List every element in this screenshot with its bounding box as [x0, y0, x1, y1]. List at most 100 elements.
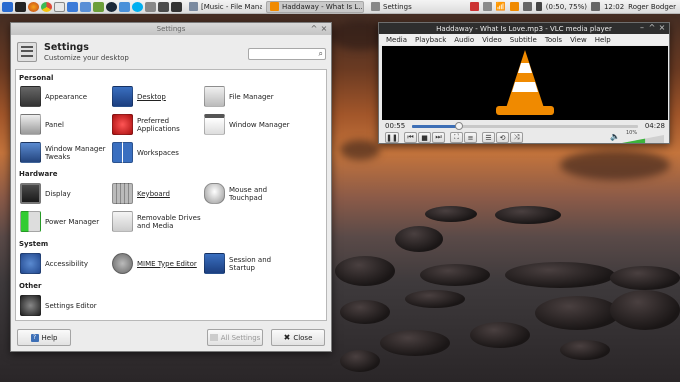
- files-launcher-icon[interactable]: [54, 1, 65, 12]
- wifi-icon[interactable]: 📶: [496, 2, 506, 11]
- all-settings-button[interactable]: All Settings: [207, 329, 263, 346]
- playlist-icon: ☰: [485, 133, 492, 142]
- pause-button[interactable]: ❚❚: [385, 132, 399, 143]
- volume-wedge: [622, 135, 664, 143]
- item-mime-type-editor[interactable]: MIME Type Editor: [112, 253, 204, 274]
- fullscreen-button[interactable]: ⛶: [450, 132, 463, 143]
- chat-launcher-icon[interactable]: [93, 1, 104, 12]
- stop-icon: ■: [421, 133, 428, 142]
- menu-view[interactable]: View: [566, 36, 591, 44]
- item-desktop[interactable]: Desktop: [112, 86, 204, 107]
- menu-subtitle[interactable]: Subtitle: [506, 36, 541, 44]
- item-window-manager[interactable]: Window Manager: [204, 114, 296, 135]
- item-file-manager[interactable]: File Manager: [204, 86, 296, 107]
- show-desktop-icon[interactable]: [171, 1, 182, 12]
- settings-titlebar[interactable]: Settings ^ ×: [11, 23, 331, 35]
- shuffle-button[interactable]: ⤨: [510, 132, 523, 143]
- item-removable-drives[interactable]: Removable Drives and Media: [112, 211, 204, 232]
- text-editor-launcher-icon[interactable]: [67, 1, 78, 12]
- item-power-manager[interactable]: Power Manager: [20, 211, 112, 232]
- time-total: 04:28: [644, 122, 665, 130]
- seek-handle[interactable]: [454, 122, 463, 130]
- task-file-manager[interactable]: [Music - File Manager]: [185, 1, 263, 13]
- item-workspaces[interactable]: Workspaces: [112, 142, 204, 163]
- power-manager-icon: [20, 211, 41, 232]
- help-button[interactable]: ? Help: [17, 329, 71, 346]
- volume-icon[interactable]: [522, 2, 532, 11]
- video-area[interactable]: [382, 46, 668, 120]
- user-name[interactable]: Roger Bodger: [628, 3, 676, 11]
- help-icon: ?: [30, 333, 39, 342]
- item-session-startup[interactable]: Session and Startup: [204, 253, 296, 274]
- back-icon: [209, 334, 218, 341]
- item-keyboard[interactable]: Keyboard: [112, 183, 204, 204]
- volume-slider[interactable]: 10%: [622, 130, 664, 143]
- notes-icon[interactable]: [590, 2, 600, 11]
- search-input[interactable]: ⌕: [248, 48, 326, 60]
- item-mouse-touchpad[interactable]: Mouse and Touchpad: [204, 183, 296, 204]
- playback-controls: ❚❚ ⏮ ■ ⏭ ⛶ ≡ ☰ ⟲ ⤨ 🔈 10%: [382, 130, 668, 144]
- battery-icon[interactable]: [535, 2, 542, 11]
- category-hardware: Hardware: [19, 170, 58, 178]
- stop-button[interactable]: ■: [418, 132, 431, 143]
- playlist-button[interactable]: ☰: [482, 132, 495, 143]
- settings-header: Settings Customize your desktop ⌕: [11, 35, 331, 68]
- menu-playback[interactable]: Playback: [411, 36, 450, 44]
- vlc-titlebar[interactable]: Haddaway - What Is Love.mp3 - VLC media …: [379, 23, 669, 34]
- display-icon: [20, 183, 41, 204]
- menu-audio[interactable]: Audio: [450, 36, 478, 44]
- item-settings-editor[interactable]: Settings Editor: [20, 295, 112, 316]
- seek-track[interactable]: [412, 122, 638, 130]
- vlc-window: Haddaway - What Is Love.mp3 - VLC media …: [378, 22, 670, 144]
- dropbox-icon[interactable]: [482, 2, 492, 11]
- skype-launcher-icon[interactable]: [132, 1, 143, 12]
- speaker-icon[interactable]: 🔈: [610, 132, 620, 141]
- redshift-icon[interactable]: [469, 2, 479, 11]
- vlc-tray-icon[interactable]: [509, 2, 519, 11]
- app-menu-icon[interactable]: [2, 1, 13, 12]
- task-vlc[interactable]: Haddaway - What Is L...: [266, 0, 364, 13]
- accessibility-icon: [20, 253, 41, 274]
- item-panel[interactable]: Panel: [20, 114, 112, 135]
- minimize-button[interactable]: –: [637, 23, 647, 32]
- item-preferred-applications[interactable]: Preferred Applications: [112, 114, 204, 135]
- loop-button[interactable]: ⟲: [496, 132, 509, 143]
- category-personal: Personal: [19, 74, 54, 82]
- close-window-button[interactable]: ×: [319, 24, 329, 33]
- loop-icon: ⟲: [499, 133, 506, 142]
- firefox-launcher-icon[interactable]: [28, 1, 39, 12]
- settings-launcher-icon[interactable]: [145, 1, 156, 12]
- gear-icon: [112, 253, 133, 274]
- equalizer-icon: ≡: [467, 133, 474, 142]
- window-manager-icon: [204, 114, 225, 135]
- steam-launcher-icon[interactable]: [106, 1, 117, 12]
- task-settings[interactable]: Settings: [367, 1, 467, 13]
- desktop-icon: [112, 86, 133, 107]
- session-startup-icon: [204, 253, 225, 274]
- terminal-launcher-icon[interactable]: [15, 1, 26, 12]
- maximize-button[interactable]: ^: [309, 24, 319, 33]
- item-window-manager-tweaks[interactable]: Window Manager Tweaks: [20, 142, 112, 163]
- page-title: Settings: [44, 41, 89, 53]
- file-manager-icon: [204, 86, 225, 107]
- screenshot-launcher-icon[interactable]: [119, 1, 130, 12]
- chrome-launcher-icon[interactable]: [41, 1, 52, 12]
- extended-settings-button[interactable]: ≡: [464, 132, 477, 143]
- menu-help[interactable]: Help: [591, 36, 615, 44]
- mail-launcher-icon[interactable]: [80, 1, 91, 12]
- fullscreen-icon: ⛶: [454, 133, 459, 141]
- item-accessibility[interactable]: Accessibility: [20, 253, 112, 274]
- close-button[interactable]: ✖ Close: [271, 329, 325, 346]
- next-button[interactable]: ⏭: [432, 132, 445, 143]
- clock[interactable]: 12:02: [604, 3, 624, 11]
- previous-button[interactable]: ⏮: [404, 132, 417, 143]
- menu-video[interactable]: Video: [478, 36, 506, 44]
- item-appearance[interactable]: Appearance: [20, 86, 112, 107]
- item-display[interactable]: Display: [20, 183, 112, 204]
- editor-launcher-icon[interactable]: [158, 1, 169, 12]
- close-window-button[interactable]: ×: [657, 23, 667, 32]
- maximize-button[interactable]: ^: [647, 23, 657, 32]
- menu-tools[interactable]: Tools: [541, 36, 566, 44]
- menu-media[interactable]: Media: [382, 36, 411, 44]
- preferred-applications-icon: [112, 114, 133, 135]
